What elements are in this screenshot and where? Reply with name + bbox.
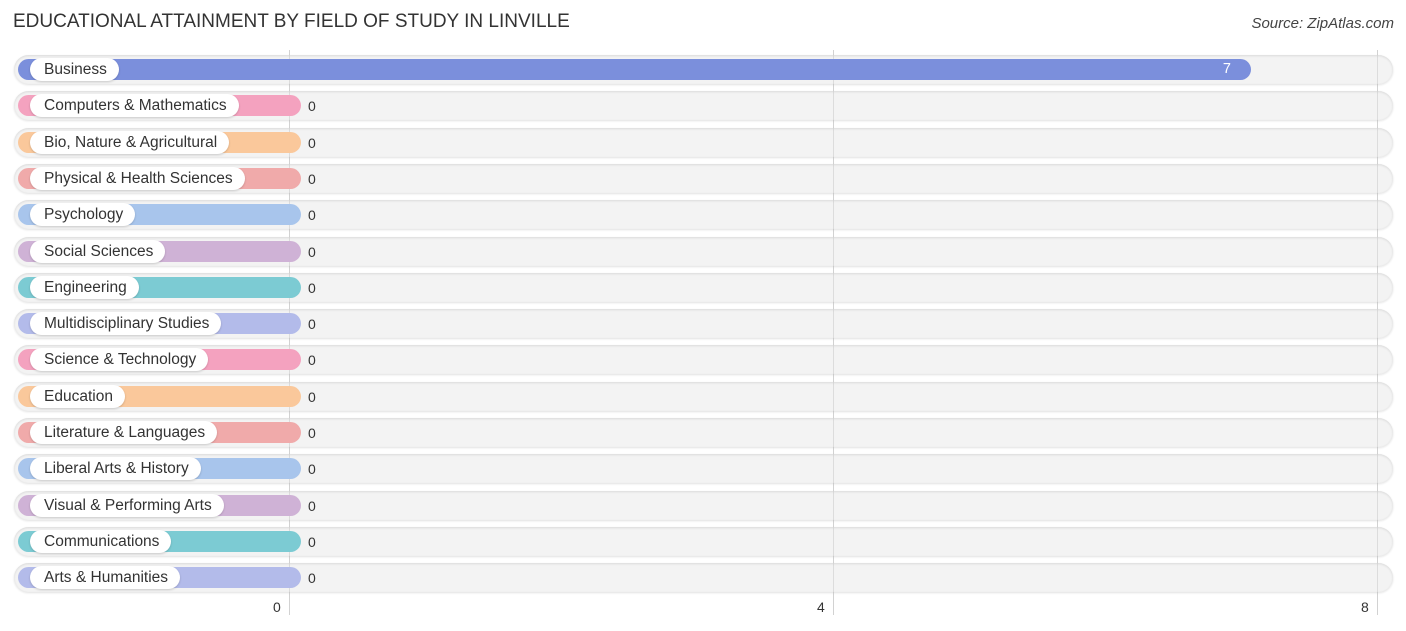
x-tick-label: 8 xyxy=(1361,599,1369,615)
value-label: 0 xyxy=(308,570,316,587)
category-label: Engineering xyxy=(30,275,139,299)
category-label: Visual & Performing Arts xyxy=(30,493,224,517)
category-label: Multidisciplinary Studies xyxy=(30,312,222,336)
category-label: Computers & Mathematics xyxy=(30,94,239,118)
value-label: 0 xyxy=(308,98,316,115)
value-label: 0 xyxy=(308,170,316,187)
value-label: 0 xyxy=(308,497,316,514)
bar[interactable] xyxy=(18,59,1251,80)
value-label: 0 xyxy=(308,425,316,441)
category-label: Psychology xyxy=(30,203,136,227)
value-label: 0 xyxy=(308,279,316,296)
category-label: Literature & Languages xyxy=(30,421,218,444)
bar-chart: Business 7 Computers & Mathematics 0 Bio, Na… xyxy=(0,0,1406,631)
category-label: Science & Technology xyxy=(30,348,209,372)
category-label: Liberal Arts & History xyxy=(30,457,201,481)
value-label: 0 xyxy=(308,388,316,405)
value-label: 0 xyxy=(308,243,316,260)
category-label: Education xyxy=(30,384,125,408)
gridline-overlay xyxy=(1377,50,1378,615)
x-tick-label: 4 xyxy=(817,599,825,615)
category-label: Physical & Health Sciences xyxy=(30,166,245,190)
category-label: Bio, Nature & Agricultural xyxy=(30,130,230,154)
category-label: Business xyxy=(30,58,119,81)
category-label: Arts & Humanities xyxy=(30,566,181,590)
gridline-overlay xyxy=(833,50,834,615)
category-label: Social Sciences xyxy=(30,239,166,263)
category-label: Communications xyxy=(30,529,172,553)
value-label: 7 xyxy=(1222,61,1231,77)
value-label: 0 xyxy=(308,352,316,369)
value-label: 0 xyxy=(308,533,316,550)
value-label: 0 xyxy=(308,134,316,151)
value-label: 0 xyxy=(308,316,316,333)
x-tick-label: 0 xyxy=(273,599,281,615)
value-label: 0 xyxy=(308,461,316,478)
value-label: 0 xyxy=(308,207,316,224)
